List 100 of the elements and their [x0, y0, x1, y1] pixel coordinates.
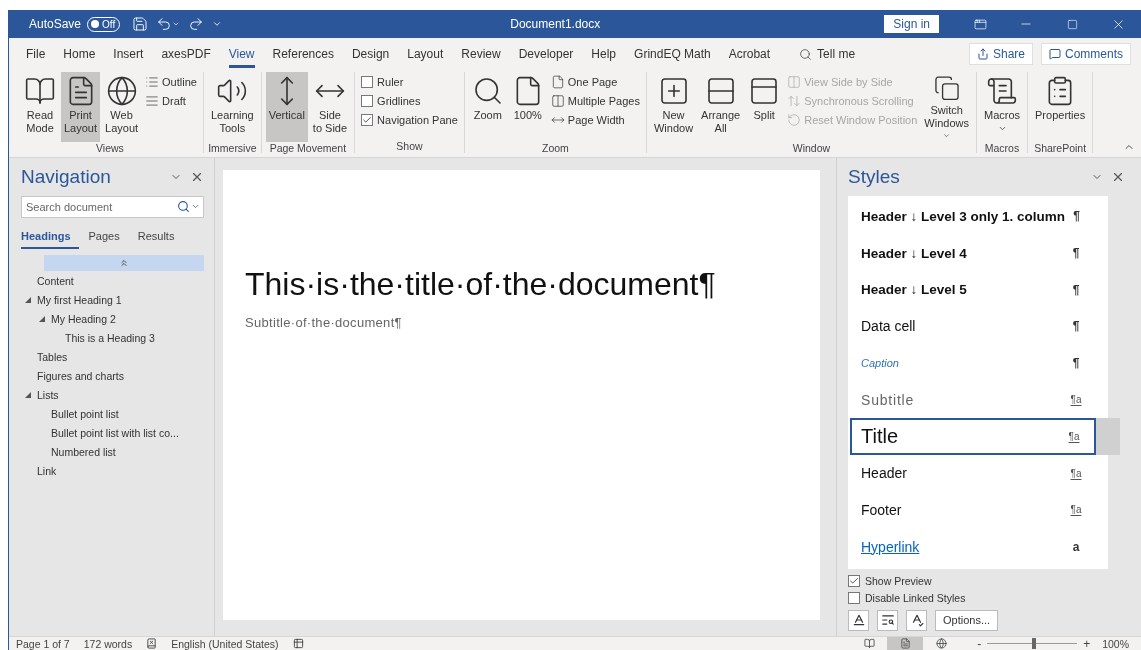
menu-tab[interactable]: Acrobat — [728, 46, 771, 68]
menu-tab[interactable]: Help — [591, 46, 617, 68]
ribbon-button[interactable]: Zoom — [468, 72, 507, 142]
proofing-icon[interactable] — [146, 638, 158, 649]
group-label: Show — [396, 140, 423, 153]
style-item[interactable]: Subtitle ¶a — [850, 381, 1096, 419]
ribbon-button[interactable]: Web Layout — [102, 72, 142, 142]
style-inspector-button[interactable] — [877, 609, 898, 631]
ribbon-small-button[interactable]: One Page — [548, 74, 642, 90]
menu-tab[interactable]: Review — [461, 46, 501, 68]
maximize-icon — [1066, 18, 1078, 30]
manage-styles-button[interactable] — [906, 609, 927, 631]
heading-item[interactable]: My Heading 2 — [21, 309, 204, 328]
ribbon-button[interactable]: Switch Windows — [921, 72, 972, 142]
menu-tab[interactable]: Home — [63, 46, 96, 68]
close-button[interactable] — [190, 170, 204, 184]
lines-icon — [145, 94, 160, 108]
ribbon-button[interactable]: Arrange All — [698, 72, 744, 142]
nav-tab[interactable]: Results — [137, 228, 183, 249]
heading-item[interactable]: Content — [21, 271, 204, 290]
comments-button[interactable]: Comments — [1041, 43, 1131, 65]
nav-tab[interactable]: Pages — [88, 228, 128, 249]
style-item[interactable]: Hyperlink a — [850, 528, 1096, 565]
style-item[interactable]: Header ↓ Level 5 ¶ — [850, 271, 1096, 309]
ribbon-button[interactable]: 100% — [508, 72, 547, 142]
style-item[interactable]: Header ↓ Level 3 only 1. column ¶ — [850, 198, 1096, 235]
menu-tab[interactable]: Developer — [518, 46, 574, 68]
ribbon-small-button[interactable]: Outline — [143, 74, 199, 90]
page-icon — [550, 75, 565, 89]
checkbox[interactable] — [361, 95, 374, 107]
style-item[interactable]: Title ¶a — [850, 418, 1096, 455]
style-item[interactable]: Data cell ¶ — [850, 308, 1096, 345]
menu-tab[interactable]: Layout — [407, 46, 444, 68]
language-label[interactable]: English (United States) — [171, 637, 279, 650]
document-title: This·is·the·title·of·the·document¶ — [245, 266, 717, 303]
ribbon-button[interactable]: Properties — [1032, 72, 1089, 142]
ribbon-button[interactable]: Print Layout — [61, 72, 101, 142]
heading-item[interactable]: Bullet point list — [21, 404, 204, 423]
ribbon-small-button[interactable]: Draft — [143, 93, 199, 109]
options-button[interactable]: Options... — [935, 609, 999, 631]
zoom-level[interactable]: 100% — [1102, 637, 1129, 650]
close-button[interactable] — [1111, 170, 1125, 184]
ribbon-button[interactable]: Read Mode — [21, 72, 59, 142]
ribbon-small-button[interactable]: Multiple Pages — [548, 93, 642, 109]
heading-item[interactable]: Link — [21, 461, 204, 480]
ribbon-button[interactable]: Macros — [980, 72, 1024, 142]
style-item[interactable]: Header ↓ Level 4 ¶ — [850, 234, 1096, 272]
heading-item[interactable]: Figures and charts — [21, 366, 204, 385]
ribbon-button[interactable]: Learning Tools — [207, 72, 257, 142]
menu-tab[interactable]: Insert — [113, 46, 144, 68]
sign-in-button[interactable]: Sign in — [884, 15, 939, 33]
page-count[interactable]: Page 1 of 7 — [16, 637, 70, 650]
ribbon-button[interactable]: New Window — [650, 72, 697, 142]
caret-icon[interactable] — [191, 202, 200, 211]
checkbox[interactable] — [361, 76, 374, 88]
checkbox[interactable] — [848, 591, 860, 604]
heading-item[interactable]: Tables — [21, 347, 204, 366]
checkbox[interactable] — [361, 114, 374, 126]
menu-tab[interactable]: View — [228, 46, 255, 68]
zoom-slider-thumb[interactable] — [1031, 638, 1036, 649]
heading-item[interactable]: This is a Heading 3 — [21, 328, 204, 347]
zoom-in-button[interactable]: + — [1079, 637, 1095, 650]
two-pages-icon — [550, 94, 565, 108]
caret-icon — [172, 20, 181, 28]
style-item[interactable]: Header ¶a — [850, 454, 1096, 492]
search-field[interactable]: Search document — [21, 196, 204, 218]
menu-tab[interactable]: axesPDF — [161, 46, 211, 68]
checkbox[interactable] — [848, 574, 860, 587]
menu-tab[interactable]: File — [26, 46, 46, 68]
style-item[interactable]: Caption ¶ — [850, 344, 1096, 382]
ribbon-button[interactable]: Vertical — [265, 72, 308, 142]
new-style-button[interactable] — [848, 609, 869, 631]
word-count[interactable]: 172 words — [83, 637, 133, 650]
style-type-mark: ¶ — [1071, 282, 1081, 297]
heading-item[interactable]: Numbered list — [21, 442, 204, 461]
menu-tab[interactable]: GrindEQ Math — [634, 46, 711, 68]
search-icon — [799, 47, 813, 61]
search-icon[interactable] — [177, 200, 190, 213]
heading-item[interactable]: Bullet point list with list co... — [21, 423, 204, 442]
ribbon-small-button[interactable]: Page Width — [548, 112, 642, 128]
heading-item[interactable]: Lists — [21, 385, 204, 404]
style-name: Caption — [861, 357, 900, 370]
ribbon-button[interactable]: Split — [745, 72, 784, 142]
collapse-icon — [119, 258, 129, 268]
heading-item[interactable]: My first Heading 1 — [21, 290, 204, 309]
style-item[interactable]: Footer ¶a — [850, 491, 1096, 529]
menu-tab[interactable]: References — [272, 46, 334, 68]
view-button[interactable] — [887, 637, 924, 650]
menu-tab[interactable]: Design — [351, 46, 390, 68]
pane-title: Styles — [848, 166, 901, 188]
window-icon — [973, 17, 987, 31]
close-icon — [1111, 170, 1125, 184]
share-button[interactable]: Share — [968, 43, 1033, 65]
window-title: Document1.docx — [509, 17, 602, 31]
group-label: Zoom — [541, 142, 569, 155]
ribbon-button[interactable]: Side to Side — [309, 72, 351, 142]
zoom-out-button[interactable]: - — [973, 637, 986, 650]
nav-tab[interactable]: Headings — [21, 228, 79, 249]
style-type-mark: ¶ — [1071, 246, 1081, 261]
tell-me-search[interactable]: Tell me — [793, 46, 862, 62]
